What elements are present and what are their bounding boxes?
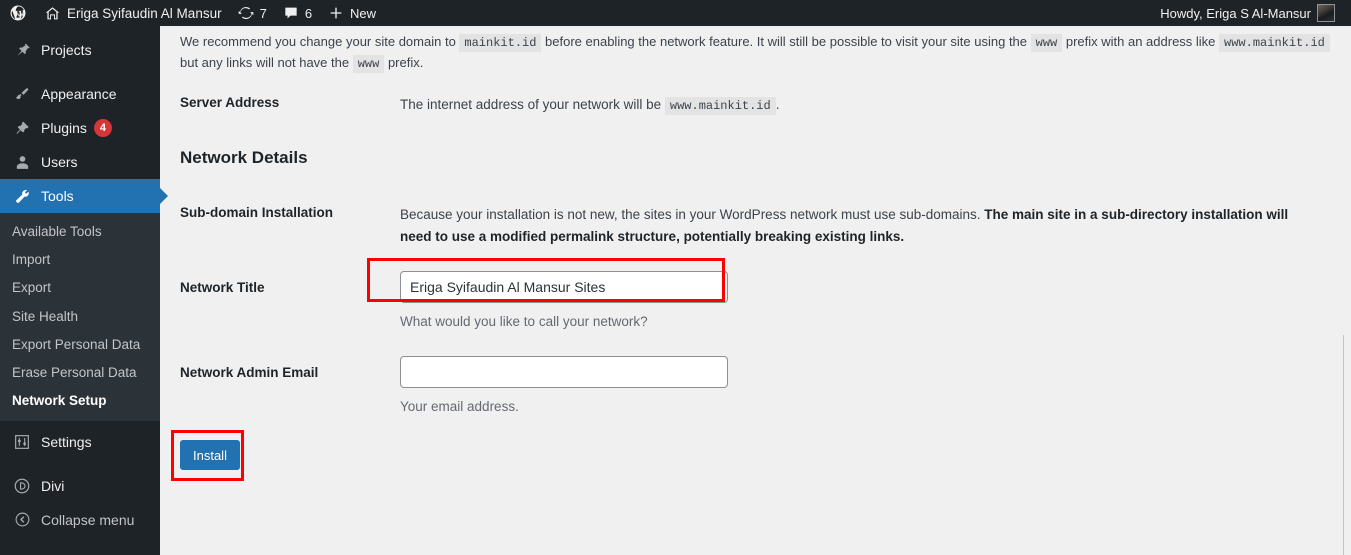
sidebar-item-label: Projects xyxy=(41,42,92,58)
updates-button[interactable]: 7 xyxy=(230,0,275,26)
sidebar-item-projects[interactable]: Projects xyxy=(0,33,160,67)
subdomain-installation-text: Because your installation is not new, th… xyxy=(400,204,1305,247)
server-address-text-before: The internet address of your network wil… xyxy=(400,97,665,112)
sidebar-item-label: Divi xyxy=(41,477,65,494)
sidebar-menu: Comments 6 Projects Appearance xyxy=(0,2,168,213)
network-admin-email-field-wrap: Your email address. xyxy=(400,356,1340,418)
settings-icon xyxy=(12,432,32,452)
subdomain-text-normal: Because your installation is not new, th… xyxy=(400,207,985,222)
sidebar-item-settings[interactable]: Settings xyxy=(0,425,160,459)
home-icon xyxy=(44,5,61,22)
submenu-item-site-health[interactable]: Site Health xyxy=(0,303,160,331)
site-name-button[interactable]: Eriga Syifaudin Al Mansur xyxy=(36,0,230,26)
notice-code-3: www.mainkit.id xyxy=(1219,34,1330,52)
admin-bar: Eriga Syifaudin Al Mansur 7 6 New Howdy,… xyxy=(0,0,1351,26)
page-right-divider xyxy=(1343,335,1344,555)
network-title-input[interactable] xyxy=(400,271,728,303)
network-title-description: What would you like to call your network… xyxy=(400,314,648,329)
divi-icon xyxy=(12,476,32,496)
plus-icon xyxy=(328,5,344,21)
network-admin-email-label: Network Admin Email xyxy=(180,365,319,380)
new-content-label: New xyxy=(350,5,377,21)
sidebar-item-plugins[interactable]: Plugins 4 xyxy=(0,111,160,145)
submenu-item-export-personal-data[interactable]: Export Personal Data xyxy=(0,331,160,359)
menu-separator xyxy=(0,67,160,77)
comments-icon xyxy=(283,5,299,21)
notice-part-2: before enabling the network feature. It … xyxy=(541,34,1031,49)
server-address-code: www.mainkit.id xyxy=(664,97,776,115)
sidebar-item-label: Tools xyxy=(41,188,74,204)
wrench-icon xyxy=(12,186,32,206)
comments-button[interactable]: 6 xyxy=(275,0,320,26)
sidebar-menu-lower: Settings Divi Collapse menu xyxy=(0,425,160,537)
server-address-row: Server Address The internet address of y… xyxy=(180,94,1340,116)
submenu-item-erase-personal-data[interactable]: Erase Personal Data xyxy=(0,359,160,387)
notice-code-4: www xyxy=(352,54,385,73)
comments-count: 6 xyxy=(304,5,313,21)
domain-recommendation-notice: We recommend you change your site domain… xyxy=(180,32,1330,73)
notice-code-2: www xyxy=(1030,34,1063,52)
network-title-label: Network Title xyxy=(180,280,265,295)
sidebar-item-appearance[interactable]: Appearance xyxy=(0,77,160,111)
install-button[interactable]: Install xyxy=(180,440,240,470)
admin-bar-right: Howdy, Eriga S Al-Mansur xyxy=(1152,0,1351,26)
sidebar-item-users[interactable]: Users xyxy=(0,145,160,179)
my-account-button[interactable]: Howdy, Eriga S Al-Mansur xyxy=(1152,0,1343,26)
network-title-row: Network Title What would you like to cal… xyxy=(180,271,1340,333)
avatar xyxy=(1317,4,1335,22)
howdy-label: Howdy, Eriga S Al-Mansur xyxy=(1160,5,1311,21)
collapse-menu-button[interactable]: Collapse menu xyxy=(0,503,160,537)
subdomain-installation-label: Sub-domain Installation xyxy=(180,205,334,220)
main-content: We recommend you change your site domain… xyxy=(160,26,1351,555)
updates-count: 7 xyxy=(259,5,267,21)
notice-part-3: prefix with an address like xyxy=(1062,34,1220,49)
network-admin-email-input[interactable] xyxy=(400,356,728,388)
wordpress-logo-icon xyxy=(9,4,27,22)
pin-icon xyxy=(12,40,32,60)
network-title-field-wrap: What would you like to call your network… xyxy=(400,271,1340,333)
plugin-icon xyxy=(12,118,32,138)
server-address-value: The internet address of your network wil… xyxy=(400,94,1340,116)
tools-submenu: Available Tools Import Export Site Healt… xyxy=(0,213,160,421)
sidebar-item-label: Appearance xyxy=(41,86,117,102)
subdomain-installation-row: Sub-domain Installation Because your ins… xyxy=(180,204,1340,247)
admin-sidebar: Comments 6 Projects Appearance xyxy=(0,0,168,555)
plugins-badge: 4 xyxy=(93,119,112,137)
site-name-label: Eriga Syifaudin Al Mansur xyxy=(67,5,222,21)
notice-part-1: We recommend you change your site domain… xyxy=(180,34,460,49)
collapse-arrow-icon xyxy=(12,510,32,530)
sidebar-item-tools[interactable]: Tools xyxy=(0,179,168,213)
submenu-item-network-setup[interactable]: Network Setup xyxy=(0,387,160,415)
submenu-item-import[interactable]: Import xyxy=(0,246,160,274)
sidebar-item-label: Users xyxy=(41,154,78,170)
submenu-item-available-tools[interactable]: Available Tools xyxy=(0,218,160,246)
network-admin-email-description: Your email address. xyxy=(400,399,519,414)
notice-part-4: but any links will not have the xyxy=(180,54,353,70)
notice-code-1: mainkit.id xyxy=(459,34,542,52)
brush-icon xyxy=(12,84,32,104)
server-address-label: Server Address xyxy=(180,95,280,110)
sidebar-item-divi[interactable]: Divi xyxy=(0,469,160,503)
server-address-text-after: . xyxy=(775,97,780,112)
sidebar-item-label: Plugins xyxy=(41,120,87,136)
collapse-menu-label: Collapse menu xyxy=(41,511,135,528)
menu-separator xyxy=(0,459,160,469)
user-icon xyxy=(12,152,32,172)
install-button-wrap: Install xyxy=(180,440,240,470)
updates-icon xyxy=(238,5,254,21)
network-details-heading: Network Details xyxy=(180,148,308,167)
notice-part-5: prefix. xyxy=(384,54,424,70)
wordpress-logo-button[interactable] xyxy=(0,0,36,26)
submenu-item-export[interactable]: Export xyxy=(0,274,160,302)
new-content-button[interactable]: New xyxy=(320,0,384,26)
sidebar-item-label: Settings xyxy=(41,433,92,450)
network-admin-email-row: Network Admin Email Your email address. xyxy=(180,356,1340,418)
